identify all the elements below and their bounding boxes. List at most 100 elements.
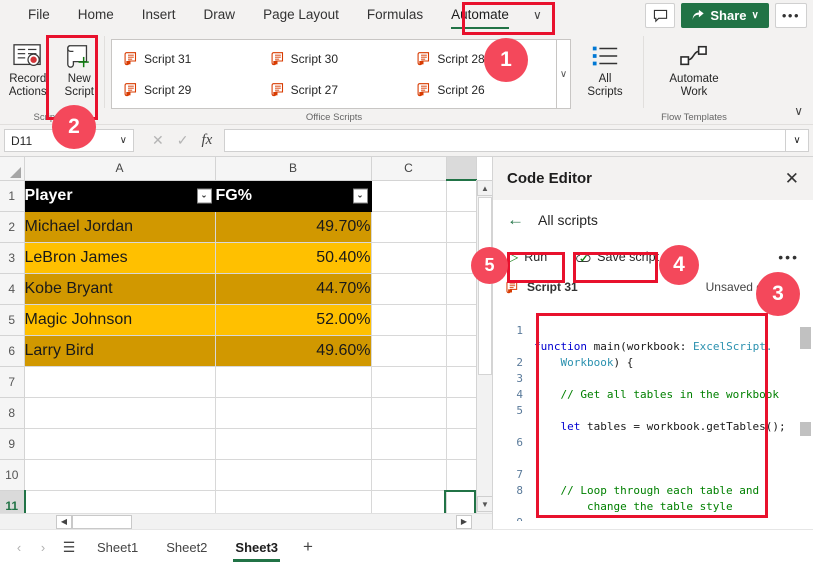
row-header-2[interactable]: 2 [0, 211, 25, 243]
gallery-item-script-31[interactable]: Script 31 [114, 43, 261, 74]
cell-d4[interactable] [446, 273, 477, 305]
sheet-tab-sheet3[interactable]: Sheet3 [222, 530, 291, 565]
scroll-right-button[interactable]: ▶ [456, 514, 472, 529]
cell-b1[interactable]: FG% ⌄ [215, 180, 372, 212]
cell-d1[interactable] [446, 180, 477, 212]
code-scroll-thumb-mid[interactable] [800, 422, 811, 436]
grid-vertical-scrollbar[interactable]: ▲ ▼ [476, 180, 492, 529]
code-area[interactable]: 1 2 3 4 5 6 7 8 9 10 function main(workb… [495, 320, 813, 521]
cell-d9[interactable] [446, 428, 477, 460]
cell-b10[interactable] [215, 459, 372, 491]
gallery-scroll-button[interactable]: ∨ [557, 39, 571, 109]
expand-formula-bar-button[interactable]: ∨ [785, 129, 809, 152]
gallery-item-script-29[interactable]: Script 29 [114, 74, 261, 105]
select-all-corner[interactable] [0, 157, 25, 181]
all-scripts-button[interactable]: All Scripts [579, 35, 631, 99]
cell-a9[interactable] [24, 428, 216, 460]
tab-automate[interactable]: Automate [437, 0, 523, 30]
cell-d5[interactable] [446, 304, 477, 336]
tab-formulas[interactable]: Formulas [353, 0, 437, 30]
formula-input[interactable] [224, 129, 785, 152]
cell-c3[interactable] [371, 242, 447, 274]
column-header-b[interactable]: B [215, 157, 372, 181]
cell-b5[interactable]: 52.00% [215, 304, 372, 336]
editor-more-options-icon[interactable]: ••• [778, 249, 799, 265]
gallery-item-script-28[interactable]: Script 28 [407, 43, 554, 74]
chevron-down-icon[interactable]: ∨ [523, 8, 552, 22]
cell-b8[interactable] [215, 397, 372, 429]
cell-c1[interactable] [371, 180, 447, 212]
row-header-9[interactable]: 9 [0, 428, 25, 460]
row-header-10[interactable]: 10 [0, 459, 25, 491]
row-header-4[interactable]: 4 [0, 273, 25, 305]
tab-file[interactable]: File [14, 0, 64, 30]
cell-c2[interactable] [371, 211, 447, 243]
cell-b9[interactable] [215, 428, 372, 460]
cell-c5[interactable] [371, 304, 447, 336]
all-scripts-link[interactable]: All scripts [538, 212, 598, 228]
cell-a7[interactable] [24, 366, 216, 398]
cancel-formula-icon[interactable]: ✕ [152, 132, 164, 149]
cell-a2[interactable]: Michael Jordan [24, 211, 216, 243]
cell-b2[interactable]: 49.70% [215, 211, 372, 243]
cell-a1[interactable]: Player ⌄ [24, 180, 216, 212]
confirm-formula-icon[interactable]: ✓ [177, 132, 189, 149]
run-button[interactable]: ▷ Run [503, 247, 553, 267]
code-scrollbar[interactable] [799, 322, 811, 519]
all-sheets-menu-icon[interactable]: ☰ [56, 539, 82, 556]
comments-button[interactable] [645, 3, 676, 28]
row-header-1[interactable]: 1 [0, 180, 25, 212]
sheet-tab-sheet1[interactable]: Sheet1 [84, 530, 151, 565]
horizontal-scroll-thumb[interactable] [72, 514, 132, 529]
cell-b7[interactable] [215, 366, 372, 398]
cell-a10[interactable] [24, 459, 216, 491]
row-header-5[interactable]: 5 [0, 304, 25, 336]
tab-draw[interactable]: Draw [190, 0, 250, 30]
cell-a8[interactable] [24, 397, 216, 429]
add-sheet-button[interactable]: + [293, 537, 323, 557]
cell-b6[interactable]: 49.60% [215, 335, 372, 367]
scroll-up-button[interactable]: ▲ [477, 180, 492, 196]
cell-c7[interactable] [371, 366, 447, 398]
cell-a5[interactable]: Magic Johnson [24, 304, 216, 336]
back-arrow-icon[interactable]: ← [507, 210, 524, 230]
share-button[interactable]: Share ∨ [681, 3, 769, 28]
ribbon-collapse-button[interactable]: ∨ [794, 104, 803, 118]
more-options-button[interactable]: ••• [774, 3, 807, 28]
sheet-tab-sheet2[interactable]: Sheet2 [153, 530, 220, 565]
cell-d8[interactable] [446, 397, 477, 429]
row-header-6[interactable]: 6 [0, 335, 25, 367]
code-text[interactable]: function main(workbook: ExcelScript. Wor… [529, 320, 813, 521]
filter-dropdown-a1[interactable]: ⌄ [196, 188, 212, 203]
scroll-left-button[interactable]: ◀ [56, 514, 72, 529]
column-header-d[interactable] [446, 157, 477, 181]
gallery-item-script-30[interactable]: Script 30 [261, 43, 408, 74]
row-header-3[interactable]: 3 [0, 242, 25, 274]
column-header-c[interactable]: C [371, 157, 447, 181]
row-header-7[interactable]: 7 [0, 366, 25, 398]
cell-d7[interactable] [446, 366, 477, 398]
cell-a4[interactable]: Kobe Bryant [24, 273, 216, 305]
previous-sheet-button[interactable]: ‹ [8, 540, 30, 555]
row-header-8[interactable]: 8 [0, 397, 25, 429]
record-actions-button[interactable]: Record Actions [3, 35, 53, 99]
column-header-a[interactable]: A [24, 157, 216, 181]
tab-insert[interactable]: Insert [128, 0, 190, 30]
cell-b4[interactable]: 44.70% [215, 273, 372, 305]
cell-c10[interactable] [371, 459, 447, 491]
cell-c4[interactable] [371, 273, 447, 305]
insert-function-icon[interactable]: fx [201, 132, 212, 149]
gallery-item-script-27[interactable]: Script 27 [261, 74, 408, 105]
new-script-button[interactable]: New Script [55, 35, 105, 99]
cell-d2[interactable] [446, 211, 477, 243]
cell-a6[interactable]: Larry Bird [24, 335, 216, 367]
filter-dropdown-b1[interactable]: ⌄ [352, 188, 368, 203]
cell-c9[interactable] [371, 428, 447, 460]
cell-a3[interactable]: LeBron James [24, 242, 216, 274]
code-scroll-thumb-top[interactable] [800, 327, 811, 349]
cell-c6[interactable] [371, 335, 447, 367]
cell-b3[interactable]: 50.40% [215, 242, 372, 274]
cell-d6[interactable] [446, 335, 477, 367]
save-script-button[interactable]: Save script [569, 247, 665, 267]
cell-c8[interactable] [371, 397, 447, 429]
